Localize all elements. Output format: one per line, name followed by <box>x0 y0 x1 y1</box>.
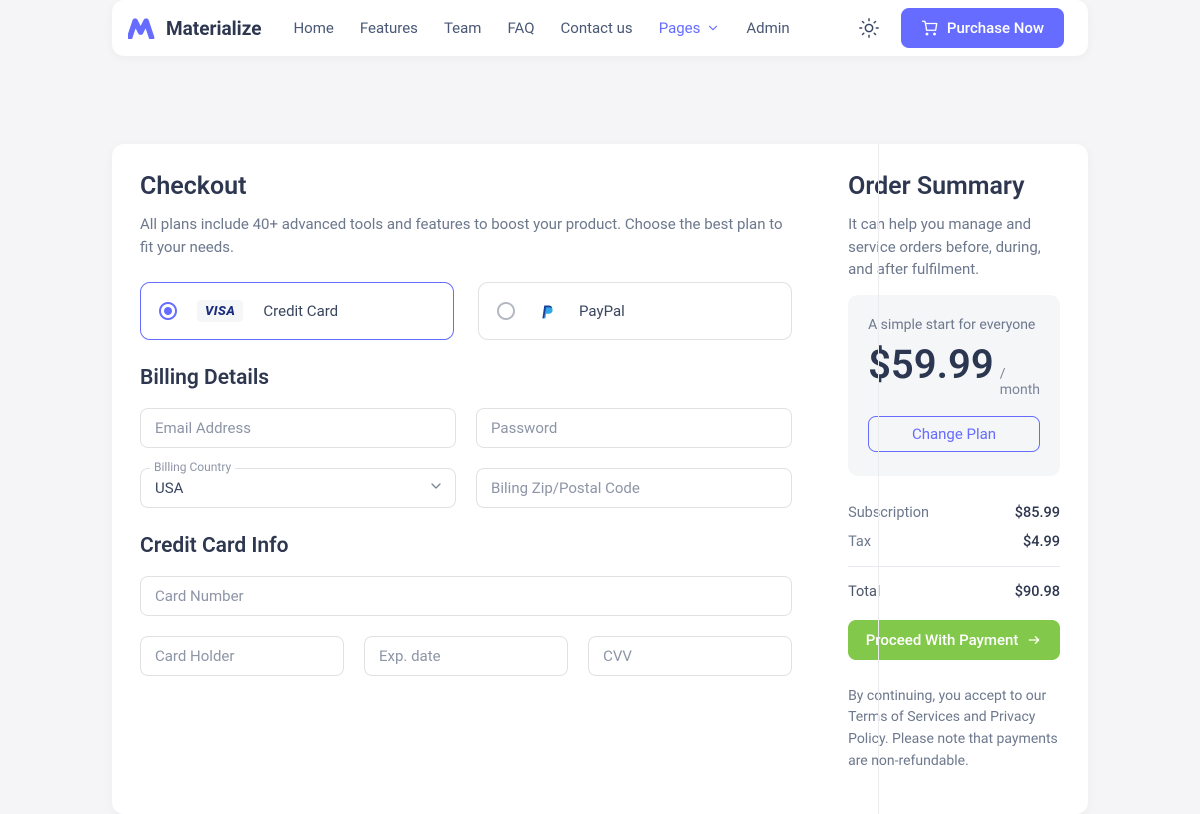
email-field[interactable] <box>140 408 456 448</box>
theme-toggle[interactable] <box>851 10 887 46</box>
chevron-down-icon <box>706 21 720 35</box>
order-summary: Order Summary It can help you manage and… <box>820 144 1088 814</box>
zip-field[interactable] <box>476 468 792 508</box>
plan-box: A simple start for everyone $59.99 / mon… <box>848 295 1060 476</box>
nav-link-contact[interactable]: Contact us <box>561 19 633 37</box>
nav-link-pages[interactable]: Pages <box>659 19 721 37</box>
total-value: $90.98 <box>1015 583 1060 600</box>
country-select[interactable] <box>140 468 456 508</box>
summary-divider <box>848 566 1060 567</box>
card-cvv-field[interactable] <box>588 636 792 676</box>
summary-title: Order Summary <box>848 172 1060 201</box>
brand-name: Materialize <box>166 17 261 40</box>
radio-icon <box>159 302 177 320</box>
tax-label: Tax <box>848 533 871 550</box>
sun-icon <box>858 17 880 39</box>
proceed-button[interactable]: Proceed With Payment <box>848 620 1060 660</box>
payment-method-credit-card[interactable]: VISA Credit Card <box>140 282 454 340</box>
payment-method-label: Credit Card <box>263 302 338 320</box>
visa-logo-icon: VISA <box>197 300 243 322</box>
change-plan-button[interactable]: Change Plan <box>868 416 1040 452</box>
nav-links: Home Features Team FAQ Contact us Pages … <box>293 19 836 37</box>
card-holder-field[interactable] <box>140 636 344 676</box>
payment-method-group: VISA Credit Card PayPal <box>140 282 792 340</box>
nav-link-team[interactable]: Team <box>444 19 482 37</box>
purchase-button-label: Purchase Now <box>947 19 1044 37</box>
total-label: Total <box>848 583 880 600</box>
tax-value: $4.99 <box>1023 533 1060 550</box>
payment-method-paypal[interactable]: PayPal <box>478 282 792 340</box>
nav-link-features[interactable]: Features <box>360 19 418 37</box>
nav-link-faq[interactable]: FAQ <box>507 19 534 37</box>
nav-link-home[interactable]: Home <box>293 19 333 37</box>
paypal-logo-icon <box>535 300 559 322</box>
brand[interactable]: Materialize <box>128 17 261 40</box>
summary-subtitle: It can help you manage and service order… <box>848 213 1060 281</box>
plan-price: $59.99 <box>868 341 994 388</box>
checkout-title: Checkout <box>140 172 792 201</box>
plan-period: / month <box>1000 366 1040 398</box>
subscription-value: $85.99 <box>1015 504 1060 521</box>
radio-icon <box>497 302 515 320</box>
checkout-subtitle: All plans include 40+ advanced tools and… <box>140 213 792 258</box>
billing-section-title: Billing Details <box>140 366 792 390</box>
proceed-button-label: Proceed With Payment <box>866 631 1019 649</box>
brand-logo-icon <box>128 17 156 39</box>
subscription-label: Subscription <box>848 504 929 521</box>
nav-link-admin[interactable]: Admin <box>746 19 789 37</box>
cart-icon <box>921 19 939 37</box>
plan-tagline: A simple start for everyone <box>868 317 1040 333</box>
nav-link-label: Pages <box>659 19 701 37</box>
navbar: Materialize Home Features Team FAQ Conta… <box>112 0 1088 56</box>
password-field[interactable] <box>476 408 792 448</box>
legal-text: By continuing, you accept to our Terms o… <box>848 686 1060 773</box>
arrow-right-icon <box>1026 632 1042 648</box>
checkout-form: Checkout All plans include 40+ advanced … <box>112 144 820 814</box>
card-exp-field[interactable] <box>364 636 568 676</box>
checkout-card: Checkout All plans include 40+ advanced … <box>112 144 1088 814</box>
payment-method-label: PayPal <box>579 302 625 320</box>
card-section-title: Credit Card Info <box>140 534 792 558</box>
country-label: Billing Country <box>150 460 235 474</box>
purchase-button[interactable]: Purchase Now <box>901 8 1064 48</box>
card-number-field[interactable] <box>140 576 792 616</box>
